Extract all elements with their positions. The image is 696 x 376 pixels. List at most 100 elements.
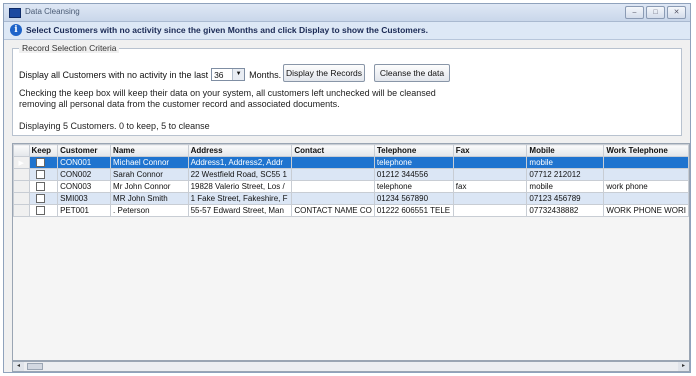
customer-table: Keep Customer Name Address Contact Telep… [13, 144, 689, 217]
customer-grid: Keep Customer Name Address Contact Telep… [12, 143, 690, 361]
criteria-prefix: Display all Customers with no activity i… [19, 69, 209, 80]
months-unit: Months. [249, 69, 282, 80]
scroll-left-icon[interactable]: ◂ [13, 362, 24, 371]
scroll-thumb[interactable] [27, 363, 43, 370]
table-row[interactable]: ▶ CON001 Michael Connor Address1, Addres… [13, 156, 689, 169]
name-cell[interactable]: MR John Smith [110, 192, 189, 205]
scroll-right-icon[interactable]: ▸ [678, 362, 689, 371]
fax-cell[interactable] [452, 168, 528, 181]
status-text: Displaying 5 Customers. 0 to keep, 5 to … [19, 121, 210, 131]
address-cell[interactable]: 22 Westfield Road, SC55 1 [187, 168, 293, 181]
fax-cell[interactable] [452, 192, 528, 205]
telephone-cell[interactable]: telephone [373, 156, 454, 169]
row-indicator-header [13, 144, 30, 157]
name-cell[interactable]: . Peterson [110, 204, 189, 217]
column-header-work-telephone[interactable]: Work Telephone [603, 144, 689, 157]
mobile-cell[interactable]: 07712 212012 [526, 168, 605, 181]
column-header-keep[interactable]: Keep [28, 144, 59, 157]
info-text: Select Customers with no activity since … [26, 25, 428, 35]
mobile-cell[interactable]: mobile [526, 156, 605, 169]
work-telephone-cell[interactable] [603, 192, 689, 205]
customer-cell[interactable]: PET001 [57, 204, 112, 217]
contact-cell[interactable]: CONTACT NAME CO [291, 204, 375, 217]
table-row[interactable]: CON003 Mr John Connor 19828 Valerio Stre… [13, 180, 689, 193]
keep-checkbox[interactable] [35, 158, 45, 168]
row-indicator [13, 192, 30, 205]
telephone-cell[interactable]: telephone [373, 180, 454, 193]
keep-note: Checking the keep box will keep their da… [19, 88, 436, 109]
column-header-address[interactable]: Address [187, 144, 293, 157]
column-header-fax[interactable]: Fax [452, 144, 528, 157]
keep-checkbox[interactable] [35, 182, 45, 192]
column-header-mobile[interactable]: Mobile [526, 144, 605, 157]
keep-checkbox[interactable] [35, 194, 45, 204]
horizontal-scrollbar[interactable]: ◂ ▸ [12, 361, 690, 372]
customer-cell[interactable]: CON001 [57, 156, 112, 169]
keep-cell[interactable] [28, 204, 59, 217]
column-header-name[interactable]: Name [110, 144, 189, 157]
fax-cell[interactable] [452, 204, 528, 217]
work-telephone-cell[interactable]: work phone [603, 180, 689, 193]
mobile-cell[interactable]: mobile [526, 180, 605, 193]
fax-cell[interactable] [452, 156, 528, 169]
table-row[interactable]: CON002 Sarah Connor 22 Westfield Road, S… [13, 168, 689, 181]
keep-cell[interactable] [28, 180, 59, 193]
months-value: 36 [214, 70, 224, 80]
address-cell[interactable]: 55-57 Edward Street, Man [187, 204, 293, 217]
row-indicator [13, 204, 30, 217]
address-cell[interactable]: 19828 Valerio Street, Los / [187, 180, 293, 193]
name-cell[interactable]: Michael Connor [110, 156, 189, 169]
column-header-customer[interactable]: Customer [57, 144, 112, 157]
contact-cell[interactable] [291, 180, 375, 193]
data-cleansing-window: Data Cleansing – □ ✕ i Select Customers … [3, 3, 691, 373]
criteria-line: Display all Customers with no activity i… [19, 68, 281, 81]
mobile-cell[interactable]: 07732438882 [526, 204, 605, 217]
header-row: Keep Customer Name Address Contact Telep… [13, 144, 689, 157]
display-records-button[interactable]: Display the Records [283, 64, 365, 82]
record-selection-criteria: Record Selection Criteria Display all Cu… [12, 43, 682, 136]
work-telephone-cell[interactable] [603, 156, 689, 169]
address-cell[interactable]: Address1, Address2, Addr [187, 156, 293, 169]
chevron-down-icon[interactable]: ▼ [232, 69, 245, 80]
keep-cell[interactable] [28, 156, 59, 169]
minimize-button[interactable]: – [625, 6, 644, 19]
name-cell[interactable]: Sarah Connor [110, 168, 189, 181]
fax-cell[interactable]: fax [452, 180, 528, 193]
info-icon: i [10, 24, 22, 36]
address-cell[interactable]: 1 Fake Street, Fakeshire, F [187, 192, 293, 205]
months-dropdown[interactable]: 36 ▼ [211, 68, 246, 81]
keep-cell[interactable] [28, 192, 59, 205]
contact-cell[interactable] [291, 192, 375, 205]
row-indicator [13, 180, 30, 193]
telephone-cell[interactable]: 01212 344556 [373, 168, 454, 181]
close-button[interactable]: ✕ [667, 6, 686, 19]
table-row[interactable]: PET001 . Peterson 55-57 Edward Street, M… [13, 204, 689, 217]
keep-cell[interactable] [28, 168, 59, 181]
work-telephone-cell[interactable]: WORK PHONE WORI [603, 204, 689, 217]
window-controls: – □ ✕ [625, 6, 686, 19]
name-cell[interactable]: Mr John Connor [110, 180, 189, 193]
customer-cell[interactable]: CON003 [57, 180, 112, 193]
row-pointer-icon: ▶ [13, 156, 30, 169]
keep-checkbox[interactable] [35, 206, 45, 216]
work-telephone-cell[interactable] [603, 168, 689, 181]
row-indicator [13, 168, 30, 181]
cleanse-data-button[interactable]: Cleanse the data [374, 64, 450, 82]
contact-cell[interactable] [291, 168, 375, 181]
info-bar: i Select Customers with no activity sinc… [4, 22, 690, 40]
column-header-contact[interactable]: Contact [291, 144, 375, 157]
title-bar: Data Cleansing – □ ✕ [4, 4, 690, 22]
table-row[interactable]: SMI003 MR John Smith 1 Fake Street, Fake… [13, 192, 689, 205]
maximize-button[interactable]: □ [646, 6, 665, 19]
column-header-telephone[interactable]: Telephone [373, 144, 454, 157]
keep-checkbox[interactable] [35, 170, 45, 180]
customer-cell[interactable]: SMI003 [57, 192, 112, 205]
contact-cell[interactable] [291, 156, 375, 169]
telephone-cell[interactable]: 01234 567890 [373, 192, 454, 205]
telephone-cell[interactable]: 01222 606551 TELE [373, 204, 454, 217]
customer-cell[interactable]: CON002 [57, 168, 112, 181]
mobile-cell[interactable]: 07123 456789 [526, 192, 605, 205]
window-title: Data Cleansing [25, 7, 80, 16]
criteria-legend: Record Selection Criteria [19, 43, 120, 53]
app-icon [9, 8, 21, 18]
